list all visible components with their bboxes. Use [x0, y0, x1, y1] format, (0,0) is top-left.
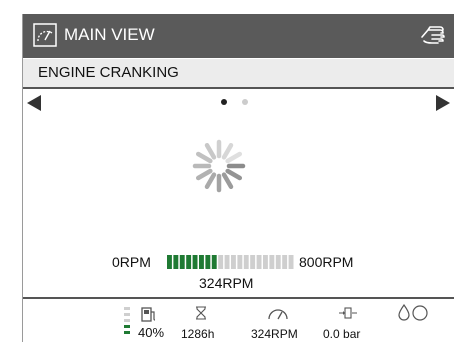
rpm-max-label: 800RPM — [299, 254, 354, 270]
gauge-icon — [268, 309, 288, 320]
oil-pressure: 0.0 bar — [323, 327, 361, 341]
rpm-bar-segment — [282, 255, 288, 269]
spinner-spoke — [204, 142, 217, 160]
engine-speed: 324RPM — [251, 327, 298, 341]
spinner-spoke — [195, 151, 213, 164]
water-drop-icon — [398, 303, 428, 321]
page-title: MAIN VIEW — [64, 25, 155, 44]
rpm-bar-segment — [211, 255, 217, 269]
page-dot[interactable] — [242, 99, 248, 105]
rpm-bar-segment — [256, 255, 262, 269]
status-divider — [23, 87, 454, 89]
fuel-level-indicator — [124, 307, 130, 334]
rpm-bar-segment — [167, 255, 172, 269]
spinner-spoke — [221, 142, 234, 160]
rpm-bar-segment — [173, 255, 179, 269]
rpm-bar-segment — [263, 255, 268, 269]
rpm-bar — [167, 255, 294, 269]
header-bar: MAIN VIEW — [23, 14, 454, 58]
rpm-min-label: 0RPM — [112, 254, 151, 270]
rpm-bar-segment — [199, 255, 204, 269]
rpm-bar-segment — [231, 255, 236, 269]
right-arrow-icon[interactable] — [434, 94, 452, 112]
spinner-spoke — [225, 168, 243, 181]
rpm-bar-segment — [275, 255, 281, 269]
rpm-bar-segment — [179, 255, 185, 269]
loading-spinner-icon — [192, 139, 246, 193]
fuel-pump-icon — [141, 307, 156, 322]
fuel-percent: 40% — [138, 325, 165, 340]
rpm-bar-segment — [237, 255, 243, 269]
rpm-bar-segment — [288, 255, 294, 269]
hand-icon[interactable] — [420, 24, 446, 46]
rpm-gauge: 0RPM 800RPM — [23, 253, 454, 273]
spinner-spoke — [221, 172, 234, 190]
hourglass-icon — [196, 306, 206, 320]
rpm-bar-segment — [218, 255, 224, 269]
rpm-bar-segment — [243, 255, 249, 269]
rpm-bar-segment — [205, 255, 211, 269]
oil-pressure-icon — [339, 307, 357, 319]
spinner-spoke — [225, 151, 243, 164]
rpm-bar-segment — [224, 255, 230, 269]
engine-hours: 1286h — [181, 327, 215, 341]
left-arrow-icon[interactable] — [25, 94, 43, 112]
info-divider — [23, 297, 454, 299]
rpm-bar-segment — [192, 255, 198, 269]
rpm-bar-segment — [269, 255, 275, 269]
page-dot-active[interactable] — [221, 99, 227, 105]
main-view-icon[interactable] — [33, 23, 57, 47]
rpm-bar-segment — [186, 255, 192, 269]
rpm-bar-segment — [250, 255, 256, 269]
status-bar: ENGINE CRANKING — [23, 59, 454, 87]
app-frame: MAIN VIEW ENGINE CRANKING 0RPM 800RPM 32… — [22, 14, 454, 342]
rpm-value: 324RPM — [199, 275, 254, 291]
engine-status: ENGINE CRANKING — [38, 64, 179, 81]
spinner-spoke — [195, 168, 213, 181]
spinner-spoke — [204, 172, 217, 190]
